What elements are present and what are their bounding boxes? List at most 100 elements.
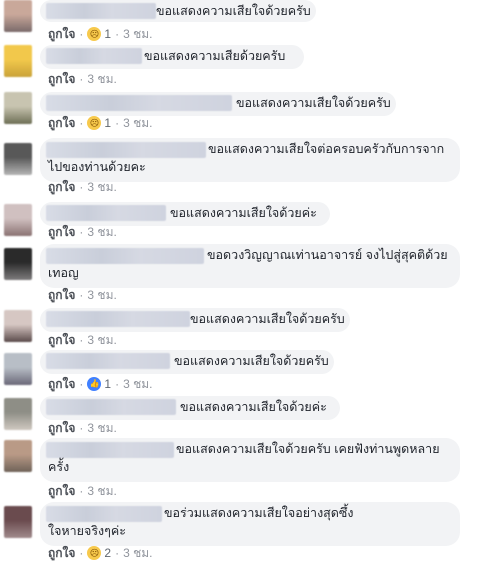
separator: · [79,180,84,194]
comment-bubble: ขอแสดงความเสียด้วยครับ [40,45,304,69]
like-link[interactable]: ถูกใจ [48,331,75,350]
sad-reaction-icon[interactable]: ☹ [87,27,102,41]
comment-text: เทอญ [48,266,79,280]
avatar[interactable] [4,143,32,175]
comment-text: ไปของท่านด้วยคะ [48,160,146,174]
comment-actions: ถูกใจ · 3 ชม. [48,71,117,87]
like-link[interactable]: ถูกใจ [48,114,75,133]
comment-timestamp[interactable]: 3 ชม. [87,70,116,89]
comment-item: ขอแสดงความเสียใจด้วยครับ ถูกใจ · 3 ชม. [0,0,480,566]
comment-text: ขอแสดงความเสียใจด้วยครับ เคยฟังท่านพูดหล… [176,442,440,456]
separator: · [79,546,84,560]
like-link[interactable]: ถูกใจ [48,544,75,563]
commenter-name-blurred[interactable] [46,48,142,64]
avatar[interactable] [4,506,32,538]
separator: · [79,333,84,347]
commenter-name-blurred[interactable] [46,353,170,369]
comment-bubble: ขอแสดงความเสียใจด้วยครับ เคยฟังท่านพูดหล… [40,438,460,482]
commenter-name-blurred[interactable] [46,205,166,221]
comment-actions: ถูกใจ · 3 ชม. [48,179,117,195]
comment-actions: ถูกใจ · ☹ 1 · 3 ชม. [48,115,153,131]
like-link[interactable]: ถูกใจ [48,419,75,438]
avatar[interactable] [4,92,32,124]
commenter-name-blurred[interactable] [46,311,190,327]
comment-bubble: ขอแสดงความเสียใจด้วยครับ [40,92,396,116]
like-link[interactable]: ถูกใจ [48,223,75,242]
avatar[interactable] [4,310,32,342]
like-link[interactable]: ถูกใจ [48,25,75,44]
separator: · [115,377,120,391]
comment-timestamp[interactable]: 3 ชม. [87,286,116,305]
like-link[interactable]: ถูกใจ [48,178,75,197]
comment-item: ขอแสดงความเสียใจด้วยค่ะ ถูกใจ · 3 ชม. [0,0,480,566]
sad-reaction-icon[interactable]: ☹ [87,116,102,130]
comment-actions: ถูกใจ · 👍 1 · 3 ชม. [48,376,153,392]
commenter-name-blurred[interactable] [46,399,176,415]
comment-text: ใจหายจริงๆค่ะ [48,524,126,538]
like-reaction-icon[interactable]: 👍 [87,377,102,391]
avatar[interactable] [4,353,32,385]
separator: · [79,225,84,239]
separator: · [79,116,84,130]
sad-reaction-icon[interactable]: ☹ [87,546,102,560]
comment-bubble: ขอแสดงความเสียใจด้วยครับ [40,308,350,332]
like-link[interactable]: ถูกใจ [48,70,75,89]
comment-text: ขอแสดงความเสียใจด้วยครับ [156,4,311,18]
comment-timestamp[interactable]: 3 ชม. [123,114,152,133]
comment-bubble: ขอแสดงความเสียใจด้วยครับ [40,350,334,374]
comment-text: ครั้ง [48,460,70,474]
separator: · [115,27,120,41]
avatar[interactable] [4,0,32,32]
comment-timestamp[interactable]: 3 ชม. [87,419,116,438]
comment-actions: ถูกใจ · 3 ชม. [48,332,117,348]
reaction-count[interactable]: 1 [104,377,111,391]
comment-actions: ถูกใจ · 3 ชม. [48,224,117,240]
comment-text: ขอแสดงความเสียใจด้วยครับ [190,312,345,326]
comment-timestamp[interactable]: 3 ชม. [123,544,152,563]
comment-text: ขอแสดงความเสียด้วยครับ [144,49,286,63]
comment-text: ขอร่วมแสดงความเสียใจอย่างสุดซึ้ง [164,506,354,520]
reaction-count[interactable]: 1 [104,116,111,130]
comment-actions: ถูกใจ · ☹ 1 · 3 ชม. [48,26,153,42]
separator: · [115,546,120,560]
commenter-name-blurred[interactable] [46,248,204,264]
comment-item: ขอแสดงความเสียด้วยครับ ถูกใจ · 3 ชม. [0,0,480,566]
separator: · [79,288,84,302]
avatar[interactable] [4,204,32,236]
comment-item: ขอแสดงความเสียใจด้วยครับ ถูกใจ · ☹ 1 · 3 ชม. [0,0,480,566]
comment-actions: ถูกใจ · 3 ชม. [48,483,117,499]
comment-timestamp[interactable]: 3 ชม. [123,375,152,394]
comment-bubble: ขอแสดงความเสียใจด้วยครับ [40,0,316,22]
comment-bubble: ขอแสดงความเสียใจด้วยค่ะ [40,202,330,226]
avatar[interactable] [4,248,32,280]
separator: · [79,72,84,86]
avatar[interactable] [4,440,32,472]
comment-item: ขอแสดงความเสียใจด้วยครับ เคยฟังท่านพูดหล… [0,0,480,566]
separator: · [79,421,84,435]
comment-text: ขอแสดงความเสียใจต่อครอบครัวกับการจาก [208,142,445,156]
like-link[interactable]: ถูกใจ [48,482,75,501]
comment-timestamp[interactable]: 3 ชม. [123,25,152,44]
comment-text: ขอแสดงความเสียใจด้วยค่ะ [170,206,317,220]
comment-bubble: ขอแสดงความเสียใจด้วยค่ะ [40,396,340,420]
commenter-name-blurred[interactable] [46,95,232,111]
comment-timestamp[interactable]: 3 ชม. [87,178,116,197]
commenter-name-blurred[interactable] [46,442,174,458]
comment-item: ขอร่วมแสดงความเสียใจอย่างสุดซึ้งใจหายจริ… [0,0,480,566]
commenter-name-blurred[interactable] [46,142,206,158]
like-link[interactable]: ถูกใจ [48,286,75,305]
avatar[interactable] [4,398,32,430]
separator: · [79,484,84,498]
commenter-name-blurred[interactable] [46,506,162,522]
like-link[interactable]: ถูกใจ [48,375,75,394]
comment-timestamp[interactable]: 3 ชม. [87,331,116,350]
comment-timestamp[interactable]: 3 ชม. [87,223,116,242]
comment-timestamp[interactable]: 3 ชม. [87,482,116,501]
comment-item: ขอแสดงความเสียใจด้วยครับ ถูกใจ · ☹ 1 · 3 ชม. [0,0,480,566]
reaction-count[interactable]: 1 [104,27,111,41]
commenter-name-blurred[interactable] [46,3,156,19]
avatar[interactable] [4,45,32,77]
comment-item: ขอดวงวิญญาณเท่านอาจารย์ จงไปสู่สุคติด้วย… [0,0,480,566]
comment-actions: ถูกใจ · 3 ชม. [48,287,117,303]
reaction-count[interactable]: 2 [104,546,111,560]
